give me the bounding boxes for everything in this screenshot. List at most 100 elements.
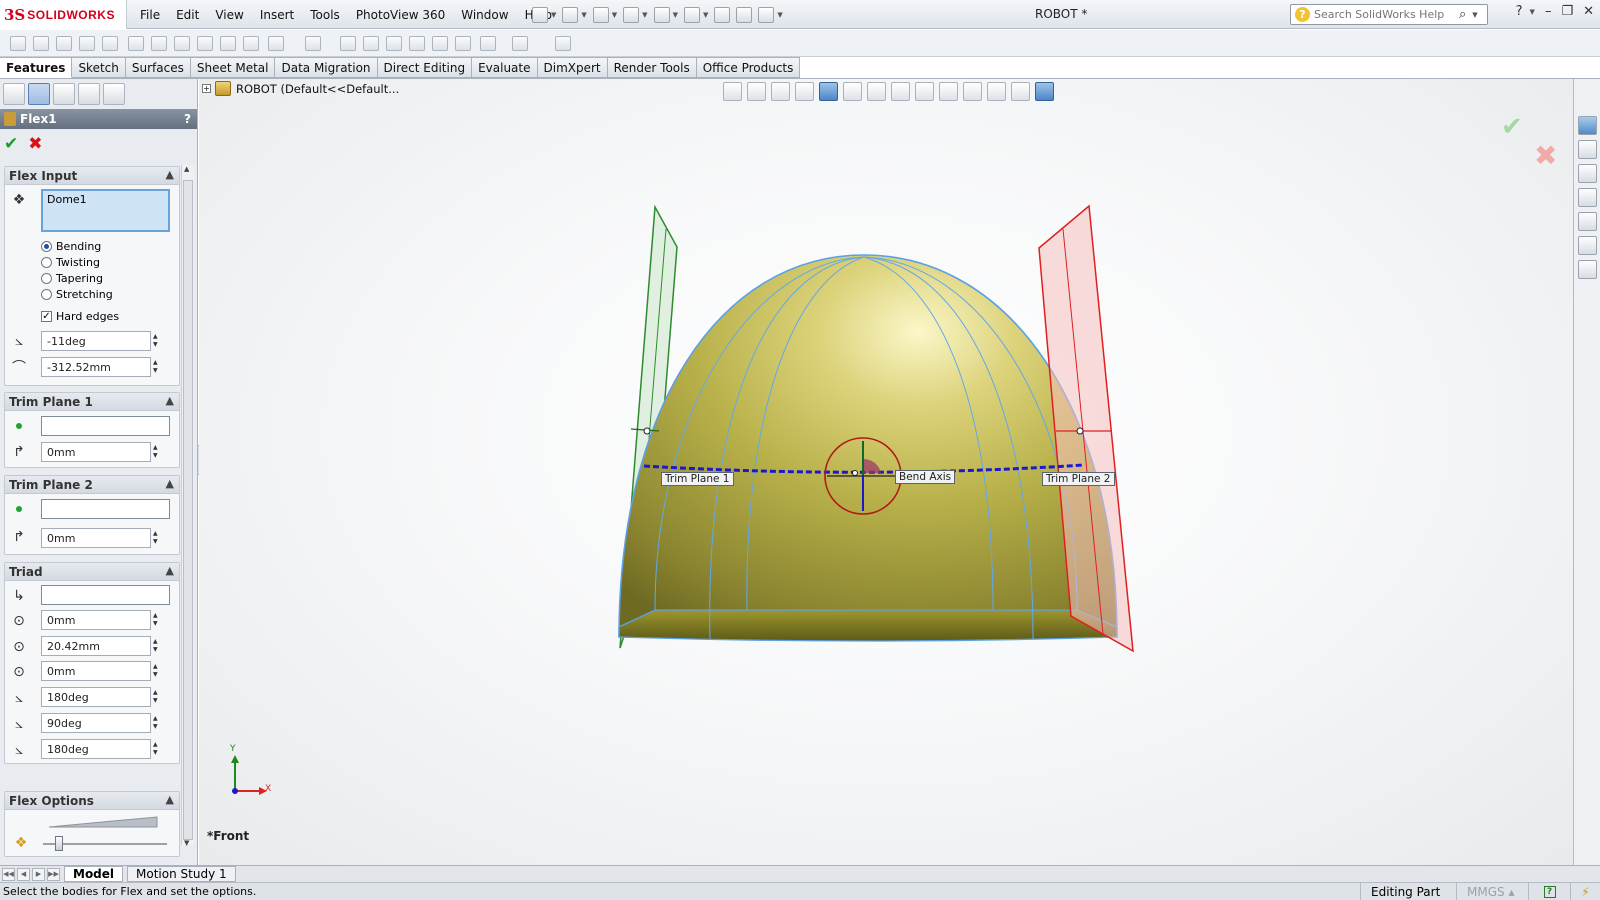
bend-axis-callout[interactable]: Bend Axis [895,470,956,484]
boundary-icon[interactable] [102,36,118,51]
spin-arrows[interactable]: ▲ ▼ [153,444,165,460]
triad-x-input[interactable] [41,610,151,630]
home-icon[interactable] [1578,140,1597,159]
chevron-down-icon[interactable]: ▼ [551,11,556,19]
confirm-ok-icon[interactable]: ✔ [1501,112,1523,142]
triad-y-input[interactable] [41,636,151,656]
tab-features[interactable]: Features [0,57,73,78]
cut-extrude-icon[interactable] [128,36,144,51]
feature-manager-icon[interactable] [3,83,25,105]
tab-surfaces[interactable]: Surfaces [125,57,191,78]
curves-icon[interactable] [512,36,528,51]
group-header[interactable]: Flex Input ▲ [5,167,179,185]
configuration-manager-icon[interactable] [53,83,75,105]
trim-plane-2-selection-box[interactable] [41,499,170,519]
zoom-to-fit-icon[interactable] [723,82,742,101]
new-document-icon[interactable] [532,7,548,23]
appearances-icon[interactable] [1578,236,1597,255]
sweep-icon[interactable] [56,36,72,51]
collapse-icon[interactable]: ▲ [166,477,174,490]
hide-show-items-icon[interactable] [1035,82,1054,101]
loft-icon[interactable] [79,36,95,51]
extrude-icon[interactable] [10,36,26,51]
triad-rot-z-input[interactable] [41,739,151,759]
dimxpert-manager-icon[interactable] [78,83,100,105]
chevron-down-icon[interactable]: ▼ [612,11,617,19]
property-manager-icon[interactable] [28,83,50,105]
view-front-icon[interactable] [819,82,838,101]
accuracy-slider-thumb[interactable] [54,836,63,851]
chevron-down-icon[interactable]: ▼ [777,11,782,19]
trim-plane-2-callout[interactable]: Trim Plane 2 [1042,472,1115,486]
units-selector[interactable]: MMGS ▴ [1456,883,1528,900]
undo-icon[interactable] [653,7,670,23]
spin-arrows[interactable]: ▲ ▼ [153,715,165,731]
menu-file[interactable]: File [132,8,168,22]
menu-photoview[interactable]: PhotoView 360 [348,8,453,22]
trim-plane-2-point[interactable] [1076,427,1084,435]
trim-plane-1-selection-box[interactable] [41,416,170,436]
zoom-to-area-icon[interactable] [747,82,766,101]
ok-button[interactable]: ✔ [4,134,18,154]
hard-edges-checkbox[interactable]: ✓ Hard edges [41,310,119,323]
file-properties-icon[interactable] [736,7,753,23]
chevron-down-icon[interactable]: ▼ [1472,11,1477,19]
trim-plane-1-callout[interactable]: Trim Plane 1 [661,472,734,486]
spin-arrows[interactable]: ▲ ▼ [153,741,165,757]
fillet-icon[interactable] [268,36,284,51]
radio-twisting[interactable]: Twisting [41,256,100,269]
rebuild-icon[interactable] [714,7,731,23]
scrollbar[interactable]: ▲ ▼ [181,165,194,847]
linear-pattern-icon[interactable] [305,36,321,51]
menu-edit[interactable]: Edit [168,8,207,22]
save-icon[interactable] [592,7,609,23]
tab-sketch[interactable]: Sketch [72,57,126,78]
search-box[interactable]: ? ⌕ ▼ [1290,4,1488,25]
close-icon[interactable]: ✕ [1583,4,1594,19]
tab-evaluate[interactable]: Evaluate [472,57,538,78]
display-manager-icon[interactable] [103,83,125,105]
design-library-icon[interactable] [1578,164,1597,183]
radio-bending[interactable]: Bending [41,240,101,253]
triad-rot-y-input[interactable] [41,713,151,733]
graphics-area[interactable]: + ROBOT (Default<<Default... ◫ ▤ – ❐ ✕ ✔… [199,79,1573,865]
menu-tools[interactable]: Tools [302,8,348,22]
group-header[interactable]: Triad ▲ [5,563,179,581]
tab-data-migration[interactable]: Data Migration [275,57,378,78]
shell-icon[interactable] [409,36,425,51]
chevron-down-icon[interactable]: ▼ [673,11,678,19]
tab-dimxpert[interactable]: DimXpert [537,57,608,78]
part-name[interactable]: ROBOT (Default<<Default... [236,82,399,96]
cut-loft-icon[interactable] [197,36,213,51]
view-bottom-icon[interactable] [939,82,958,101]
scroll-up-icon[interactable]: ▲ [184,165,189,173]
solidworks-logo[interactable]: 3S SOLIDWORKS [0,0,127,29]
restore-icon[interactable]: ❐ [1561,4,1573,19]
previous-view-icon[interactable] [771,82,790,101]
chevron-down-icon[interactable]: ▼ [642,11,647,19]
options-icon[interactable] [758,7,775,23]
collapse-icon[interactable]: ▲ [166,394,174,407]
chevron-down-icon[interactable]: ▼ [703,11,708,19]
spin-arrows[interactable]: ▲ ▼ [153,530,165,546]
menu-view[interactable]: View [207,8,251,22]
cut-boundary-icon[interactable] [220,36,236,51]
chevron-down-icon[interactable]: ▼ [1530,8,1535,16]
rebuild-status-icon[interactable]: ⚡ [1570,883,1600,900]
view-orientation-icon[interactable] [987,82,1006,101]
angle-input[interactable] [41,331,151,351]
tab-render-tools[interactable]: Render Tools [607,57,697,78]
search-input[interactable] [1314,8,1459,21]
radio-stretching[interactable]: Stretching [41,288,113,301]
solidworks-resources-icon[interactable] [1578,116,1597,135]
dome-icon[interactable] [432,36,448,51]
tab-model[interactable]: Model [64,866,124,882]
trim-plane-1-point[interactable] [643,427,651,435]
cancel-button[interactable]: ✖ [28,134,42,154]
hole-wizard-icon[interactable] [243,36,259,51]
spin-arrows[interactable]: ▲ ▼ [153,663,165,679]
next-tab-icon[interactable]: ▶ [32,867,45,881]
menu-insert[interactable]: Insert [252,8,302,22]
triad-origin[interactable] [852,470,858,476]
section-view-icon[interactable] [795,82,814,101]
